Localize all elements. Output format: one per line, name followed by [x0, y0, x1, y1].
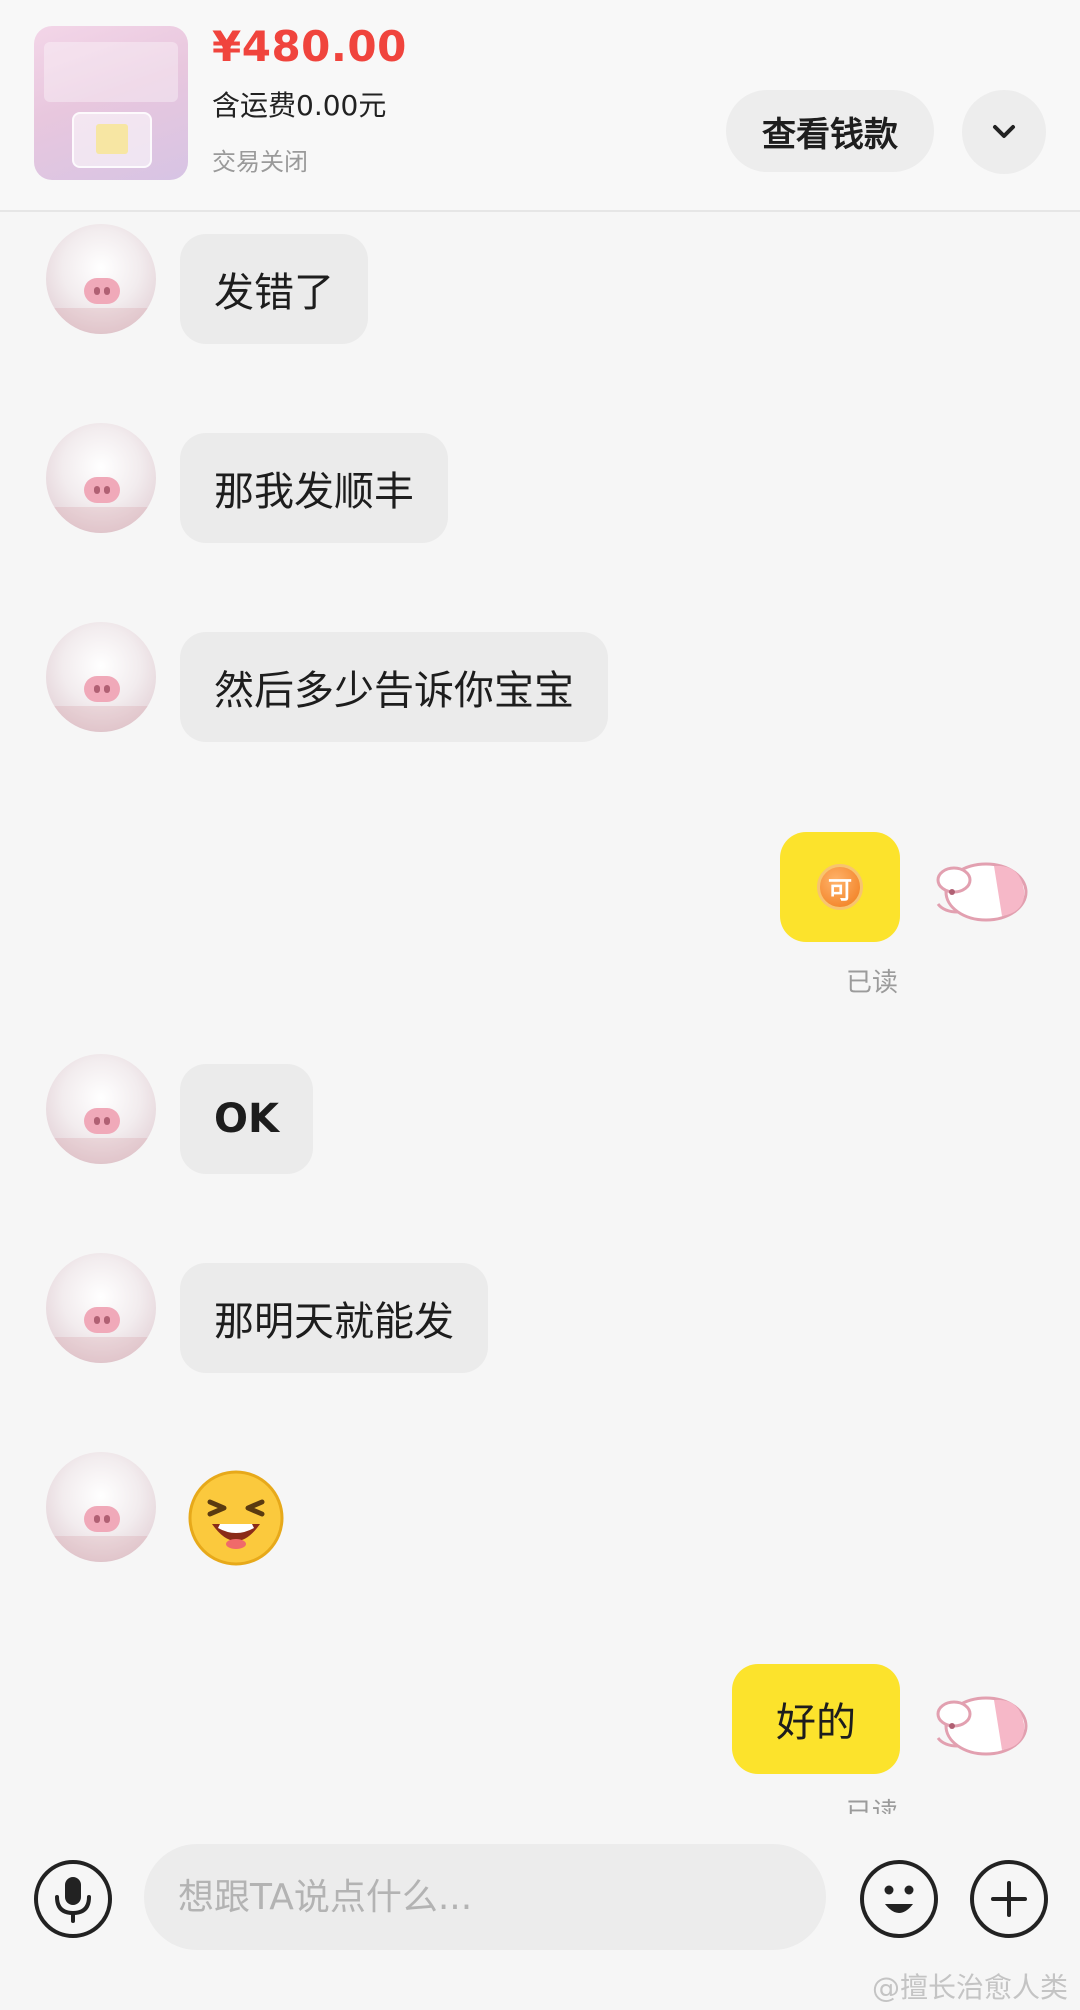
message-bubble-self[interactable]: 好的 — [732, 1664, 900, 1774]
avatar-shadow — [46, 1138, 156, 1164]
avatar[interactable] — [46, 1452, 156, 1562]
avatar[interactable] — [46, 224, 156, 334]
microphone-icon — [55, 1877, 91, 1923]
message-row: 那明天就能发 — [0, 1253, 1080, 1373]
message-row: 然后多少告诉你宝宝 — [0, 622, 1080, 742]
order-price: ¥480.00 — [212, 22, 407, 71]
order-shipping: 含运费0.00元 — [212, 89, 387, 122]
avatar-shadow — [46, 1536, 156, 1562]
message-row-self: 可 已读 — [0, 832, 1080, 1004]
sticker-bubble[interactable]: 可 — [780, 832, 900, 942]
message-input[interactable] — [144, 1844, 826, 1950]
watermark: @擅长治愈人类 — [871, 1971, 1068, 2004]
avatar[interactable] — [46, 1253, 156, 1363]
avatar[interactable] — [46, 1054, 156, 1164]
order-status: 交易关闭 — [212, 148, 308, 176]
avatar-shadow — [46, 1337, 156, 1363]
pig-snout — [84, 1506, 120, 1532]
pig-snout — [84, 477, 120, 503]
chevron-down-icon — [993, 125, 1015, 138]
avatar[interactable] — [46, 423, 156, 533]
plus-icon — [991, 1881, 1027, 1917]
read-receipt: 已读 — [846, 968, 899, 998]
avatar-shadow — [46, 706, 156, 732]
read-receipt: 已读 — [846, 1798, 899, 1814]
message-row — [0, 1452, 1080, 1566]
message-row-self: 好的 已读 — [0, 1664, 1080, 1814]
pig-snout — [84, 1307, 120, 1333]
voice-button[interactable] — [34, 1860, 112, 1938]
message-bubble[interactable]: 发错了 — [180, 234, 368, 344]
message-bubble[interactable]: 那明天就能发 — [180, 1263, 488, 1373]
pig-snout — [84, 676, 120, 702]
input-bar — [0, 1820, 1080, 1970]
thumbnail-toy-house — [96, 124, 128, 154]
message-row: OK — [0, 1054, 1080, 1174]
message-row: 那我发顺丰 — [0, 423, 1080, 543]
order-card[interactable]: ¥480.00 含运费0.00元 交易关闭 查看钱款 — [0, 0, 1080, 212]
laughing-emoji[interactable] — [186, 1468, 286, 1568]
avatar-shadow — [46, 308, 156, 334]
more-button[interactable] — [970, 1860, 1048, 1938]
sticker-coin: 可 — [817, 864, 863, 910]
emoji-button[interactable] — [860, 1860, 938, 1938]
bunny-avatar[interactable] — [924, 1680, 1034, 1760]
pig-snout — [84, 278, 120, 304]
product-thumbnail[interactable] — [34, 26, 188, 180]
message-bubble[interactable]: 那我发顺丰 — [180, 433, 448, 543]
message-bubble[interactable]: OK — [180, 1064, 313, 1174]
avatar-shadow — [46, 507, 156, 533]
chat-screen: ¥480.00 含运费0.00元 交易关闭 查看钱款 发错了 那我发顺丰 然后多… — [0, 0, 1080, 2010]
expand-button[interactable] — [962, 90, 1046, 174]
view-payment-button[interactable]: 查看钱款 — [726, 90, 934, 172]
thumbnail-shelf — [44, 42, 178, 102]
pig-snout — [84, 1108, 120, 1134]
message-bubble[interactable]: 然后多少告诉你宝宝 — [180, 632, 608, 742]
avatar[interactable] — [46, 622, 156, 732]
smiley-icon — [884, 1885, 914, 1913]
bunny-avatar[interactable] — [924, 846, 1034, 926]
message-row: 发错了 — [0, 224, 1080, 344]
